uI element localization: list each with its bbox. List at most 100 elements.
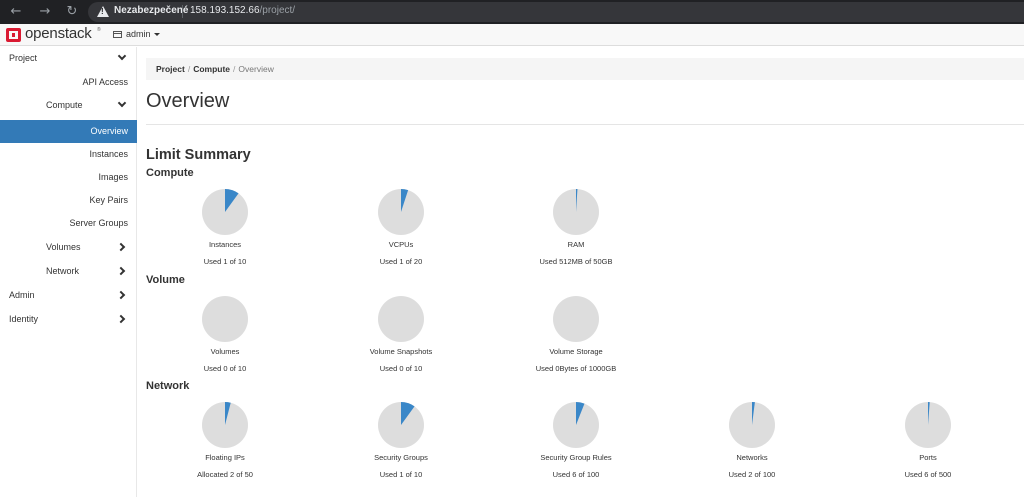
pie-label: RAM bbox=[567, 240, 585, 249]
sidebar-item-project[interactable]: Project bbox=[0, 47, 137, 70]
sidebar-item-network[interactable]: Network bbox=[0, 260, 137, 283]
forward-arrow-icon[interactable]: → bbox=[37, 4, 53, 20]
pie-label: Security Groups bbox=[374, 453, 428, 462]
pie-graphic bbox=[905, 402, 951, 448]
topbar: openstack ® admin bbox=[0, 24, 1024, 46]
openstack-logo-icon[interactable] bbox=[6, 28, 21, 42]
chevron-right-icon bbox=[116, 290, 126, 300]
pie-label: Volume Storage bbox=[549, 347, 603, 356]
pie-chart-security-groups: Security Groups Used 1 of 10 bbox=[326, 402, 476, 482]
section-heading-compute: Compute bbox=[146, 167, 194, 179]
sidebar-item-key-pairs[interactable]: Key Pairs bbox=[0, 189, 137, 212]
reload-icon[interactable]: ↻ bbox=[64, 4, 80, 20]
caret-down-icon bbox=[153, 32, 160, 36]
chevron-right-icon bbox=[116, 314, 126, 324]
trademark-mark: ® bbox=[97, 27, 101, 33]
pie-label: Volumes bbox=[210, 347, 240, 356]
sidebar-item-identity[interactable]: Identity bbox=[0, 308, 137, 331]
address-bar[interactable]: Nezabezpečené 158.193.152.66/project/ bbox=[88, 2, 1024, 22]
pie-chart-networks: Networks Used 2 of 100 bbox=[677, 402, 827, 482]
pie-chart-volume-storage: Volume Storage Used 0Bytes of 1000GB bbox=[501, 296, 651, 376]
sidebar-item-label: Identity bbox=[9, 314, 39, 324]
sidebar-item-label: API Access bbox=[82, 77, 128, 87]
pie-usage-text: Used 6 of 500 bbox=[904, 470, 952, 479]
pie-graphic bbox=[378, 402, 424, 448]
project-dropdown[interactable]: admin bbox=[113, 29, 160, 39]
breadcrumb-project[interactable]: Project bbox=[156, 64, 185, 74]
back-arrow-icon[interactable]: ← bbox=[8, 4, 24, 20]
chevron-down-icon bbox=[117, 51, 127, 61]
pie-graphic bbox=[202, 402, 248, 448]
pie-label: Instances bbox=[208, 240, 242, 249]
pie-chart-volume-snapshots: Volume Snapshots Used 0 of 10 bbox=[326, 296, 476, 376]
pie-usage-text: Used 6 of 100 bbox=[552, 470, 600, 479]
pie-graphic bbox=[553, 189, 599, 235]
pie-label: Volume Snapshots bbox=[369, 347, 433, 356]
pie-label: Networks bbox=[736, 453, 768, 462]
pie-usage-text: Used 0 of 10 bbox=[203, 364, 247, 373]
security-label[interactable]: Nezabezpečené bbox=[114, 5, 188, 16]
pie-graphic bbox=[202, 189, 248, 235]
sidebar-item-instances[interactable]: Instances bbox=[0, 143, 137, 166]
section-heading-volume: Volume bbox=[146, 274, 185, 286]
sidebar-item-label: Admin bbox=[9, 290, 35, 300]
pie-background bbox=[378, 296, 424, 342]
url-text[interactable]: 158.193.152.66/project/ bbox=[190, 5, 295, 16]
pie-background bbox=[553, 296, 599, 342]
sidebar-item-label: Images bbox=[98, 172, 128, 182]
pie-graphic bbox=[202, 296, 248, 342]
sidebar-item-overview[interactable]: Overview bbox=[0, 120, 137, 143]
url-host: 158.193.152.66 bbox=[190, 5, 260, 16]
pie-usage-text: Used 1 of 20 bbox=[379, 257, 423, 266]
pie-chart-security-group-rules: Security Group Rules Used 6 of 100 bbox=[501, 402, 651, 482]
sidebar-item-label: Project bbox=[9, 53, 38, 63]
sidebar-item-label: Instances bbox=[89, 149, 128, 159]
pie-usage-text: Used 2 of 100 bbox=[728, 470, 776, 479]
pie-label: Ports bbox=[919, 453, 937, 462]
sidebar-item-label: Network bbox=[46, 266, 80, 276]
breadcrumb-current: Overview bbox=[238, 64, 274, 74]
pie-usage-text: Used 0 of 10 bbox=[379, 364, 423, 373]
pie-chart-ports: Ports Used 6 of 500 bbox=[853, 402, 1003, 482]
sidebar-item-server-groups[interactable]: Server Groups bbox=[0, 212, 137, 235]
pie-background bbox=[202, 296, 248, 342]
chevron-right-icon bbox=[116, 266, 126, 276]
sidebar-item-compute[interactable]: Compute bbox=[0, 94, 137, 117]
sidebar-item-volumes[interactable]: Volumes bbox=[0, 236, 137, 259]
breadcrumb-separator: / bbox=[187, 64, 191, 74]
sidebar-item-admin[interactable]: Admin bbox=[0, 284, 137, 307]
pie-graphic bbox=[553, 296, 599, 342]
limit-summary-heading: Limit Summary bbox=[146, 147, 251, 163]
pie-label: Floating IPs bbox=[205, 453, 245, 462]
sidebar-item-api-access[interactable]: API Access bbox=[0, 71, 137, 94]
pie-usage-text: Used 1 of 10 bbox=[379, 470, 423, 479]
sidebar-item-images[interactable]: Images bbox=[0, 166, 137, 189]
pie-chart-ram: RAM Used 512MB of 50GB bbox=[501, 189, 651, 269]
pie-label: Security Group Rules bbox=[540, 453, 612, 462]
pie-label: VCPUs bbox=[388, 240, 414, 249]
pie-usage-text: Used 0Bytes of 1000GB bbox=[535, 364, 617, 373]
url-separator bbox=[182, 5, 183, 18]
warning-icon bbox=[97, 6, 109, 17]
sidebar-item-label: Overview bbox=[90, 126, 128, 136]
pie-chart-instances: Instances Used 1 of 10 bbox=[150, 189, 300, 269]
openstack-logo-text[interactable]: openstack bbox=[25, 25, 92, 42]
pie-graphic bbox=[729, 402, 775, 448]
breadcrumb-separator: / bbox=[233, 64, 236, 74]
section-heading-network: Network bbox=[146, 380, 190, 392]
sidebar-item-label: Key Pairs bbox=[89, 195, 128, 205]
pie-usage-text: Used 1 of 10 bbox=[203, 257, 247, 266]
title-divider bbox=[146, 124, 1024, 125]
sidebar-nav: Project API Access Compute Overview Instance… bbox=[0, 47, 137, 497]
url-path: /project/ bbox=[259, 5, 296, 16]
pie-graphic bbox=[378, 296, 424, 342]
breadcrumb: Project / Compute / Overview bbox=[146, 58, 1024, 80]
pie-chart-volumes: Volumes Used 0 of 10 bbox=[150, 296, 300, 376]
project-name: admin bbox=[126, 29, 151, 39]
pie-chart-vcpus: VCPUs Used 1 of 20 bbox=[326, 189, 476, 269]
pie-chart-floating-ips: Floating IPs Allocated 2 of 50 bbox=[150, 402, 300, 482]
sidebar-item-label: Server Groups bbox=[69, 218, 128, 228]
chevron-down-icon bbox=[117, 98, 127, 108]
breadcrumb-compute[interactable]: Compute bbox=[193, 64, 230, 74]
pie-usage-text: Used 512MB of 50GB bbox=[539, 257, 613, 266]
